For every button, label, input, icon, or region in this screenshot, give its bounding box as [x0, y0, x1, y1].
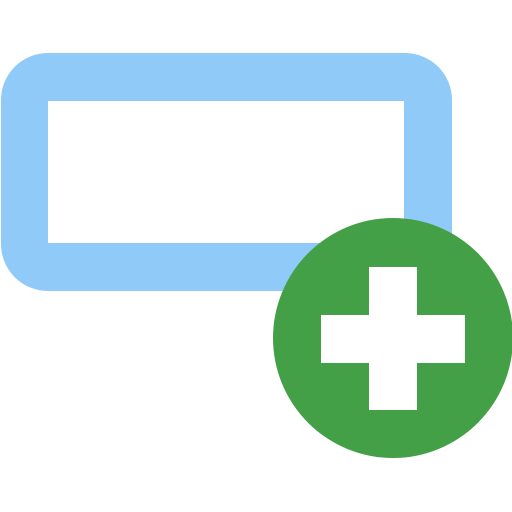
- icon-canvas: [1, 53, 512, 458]
- add-textbox-icon: [0, 0, 512, 512]
